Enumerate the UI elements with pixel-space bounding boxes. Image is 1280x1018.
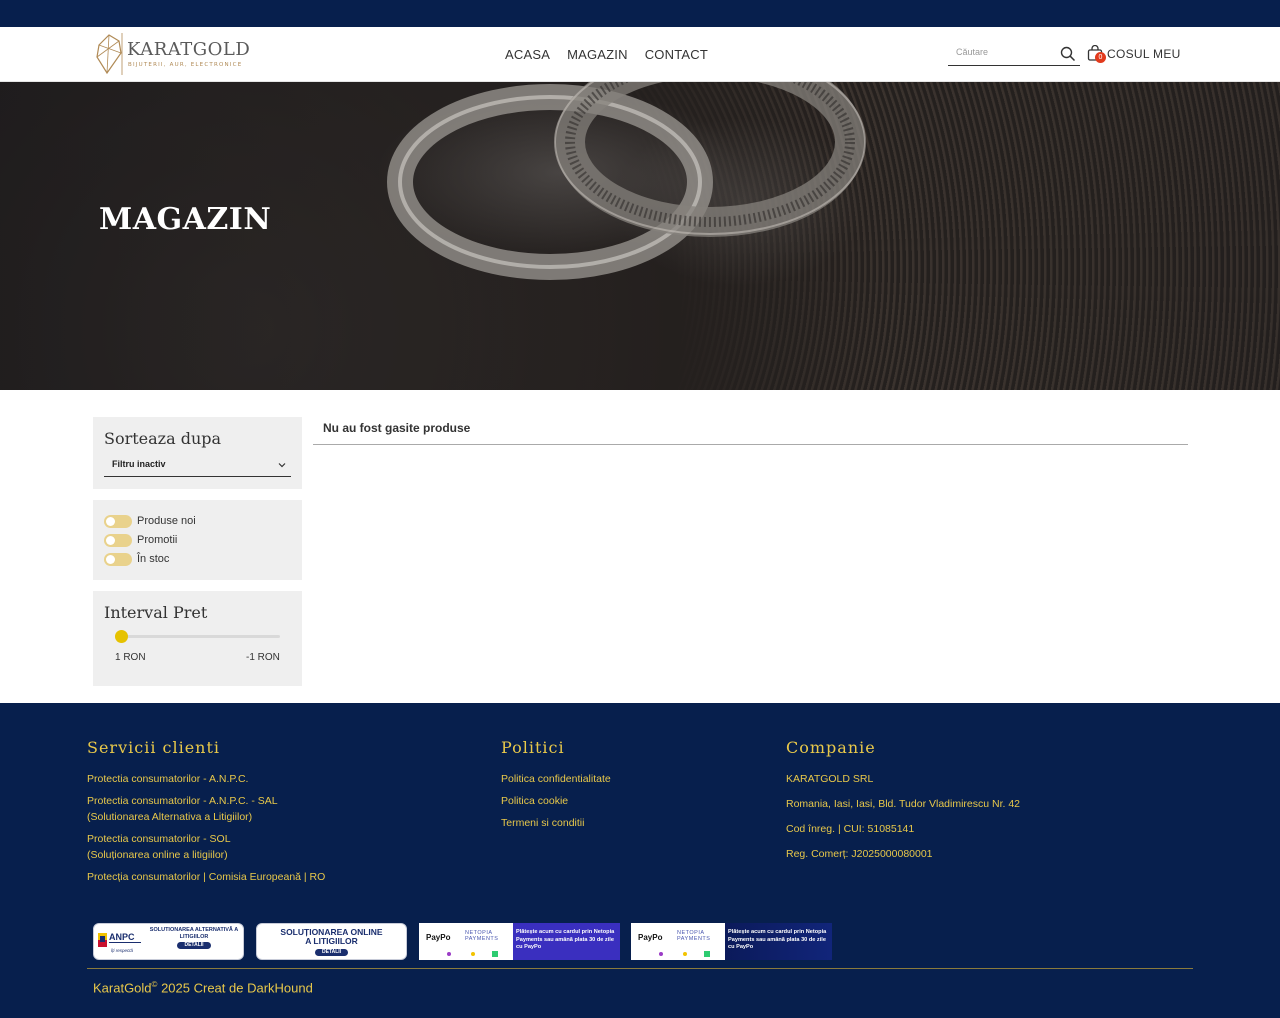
company-reg: Reg. Comerț: J2025000080001	[786, 848, 933, 860]
company-address: Romania, Iasi, Iasi, Bld. Tudor Vladimir…	[786, 798, 1021, 810]
footer-link-anpc[interactable]: Protectia consumatorilor - A.N.P.C.	[87, 771, 387, 787]
search-input[interactable]	[956, 47, 1056, 57]
netopia-logo: NETOPIA PAYMENTS	[677, 930, 711, 942]
sol-badge-text: SOLUȚIONAREA ONLINE A LITIGIILOR DETALII	[280, 927, 383, 956]
cart-count-badge: 0	[1095, 52, 1106, 63]
price-max-value: -1 RON	[246, 652, 280, 663]
anpc-name: ANPC	[109, 932, 135, 942]
footer-heading-policies: Politici	[501, 738, 565, 757]
payment-logos: PayPo NETOPIA PAYMENTS	[419, 923, 513, 960]
chevron-down-icon	[278, 463, 286, 468]
footer-link-privacy[interactable]: Politica confidentialitate	[501, 771, 701, 787]
toggle-label: Produse noi	[137, 515, 196, 527]
footer-column-company: Companie KARATGOLD SRL Romania, Iasi, Ia…	[786, 738, 1086, 871]
payment-message: Plătește acum cu cardul prin Netopia Pay…	[513, 923, 620, 960]
toggle-row-new: Produse noi	[104, 514, 196, 528]
netopia-logo: NETOPIA PAYMENTS	[465, 930, 499, 942]
toggle-promotions[interactable]	[104, 533, 132, 547]
paypo-logo: PayPo	[426, 933, 451, 942]
toggle-label: În stoc	[137, 553, 170, 565]
details-pill: DETALII	[314, 949, 349, 956]
details-pill: DETALII	[177, 942, 211, 949]
company-cui: Cod înreg. | CUI: 51085141	[786, 823, 915, 835]
anpc-sub: Îți respectă	[111, 947, 134, 953]
toggle-filters-panel: Produse noi Promotii În stoc	[93, 500, 302, 580]
nav-magazin[interactable]: MAGAZIN	[567, 47, 628, 62]
paypo-logo: PayPo	[638, 933, 663, 942]
logo-tagline: BIJUTERII, AUR, ELECTRONICE	[128, 62, 243, 68]
footer-link-cookie[interactable]: Politica cookie	[501, 793, 701, 809]
footer-link-sol[interactable]: Protectia consumatorilor - SOL	[87, 831, 387, 847]
page-title: MAGAZIN	[99, 202, 272, 237]
sort-select[interactable]: Filtru inactiv	[104, 455, 291, 477]
payment-message: Plătește acum cu cardul prin Netopia Pay…	[725, 923, 832, 960]
nav-contact[interactable]: CONTACT	[645, 47, 708, 62]
no-products-message: Nu au fost gasite produse	[323, 421, 471, 435]
toggle-in-stock[interactable]	[104, 552, 132, 566]
price-title: Interval Pret	[104, 603, 208, 622]
search-icon[interactable]	[1060, 46, 1076, 62]
logo[interactable]: KARATGOLD BIJUTERII, AUR, ELECTRONICE	[95, 31, 255, 77]
nav-acasa[interactable]: ACASA	[505, 47, 550, 62]
cart-button[interactable]: 0 COSUL MEU	[1087, 44, 1181, 63]
toggle-new-products[interactable]	[104, 514, 132, 528]
footer-link-terms[interactable]: Termeni si conditii	[501, 815, 701, 831]
top-bar	[0, 0, 1280, 27]
netopia-paypo-banner[interactable]: PayPo NETOPIA PAYMENTS Plătește acum cu …	[419, 923, 620, 960]
cart-label: COSUL MEU	[1107, 47, 1181, 61]
toggle-row-promo: Promotii	[104, 533, 177, 547]
footer-divider	[87, 968, 1193, 969]
price-range-panel: Interval Pret 1 RON -1 RON	[93, 591, 302, 686]
site-footer: Servicii clienti Protectia consumatorilo…	[0, 703, 1280, 1018]
copyright: KaratGold© 2025 Creat de DarkHound	[93, 980, 313, 996]
footer-link-sol-desc[interactable]: (Soluționarea online a litigiilor)	[87, 847, 387, 863]
search-box	[948, 44, 1080, 66]
price-slider-track[interactable]	[115, 635, 280, 638]
sort-panel: Sorteaza dupa Filtru inactiv	[93, 417, 302, 489]
footer-link-anpc-sal-desc[interactable]: (Solutionarea Alternativa a Litigiilor)	[87, 809, 387, 825]
anpc-logo-icon: ANPC Îți respectă	[98, 932, 141, 953]
shopping-bag-icon: 0	[1087, 44, 1106, 63]
main-nav: ACASA MAGAZIN CONTACT	[505, 47, 708, 62]
toggle-label: Promotii	[137, 534, 178, 546]
decorative-dots-icon	[447, 951, 498, 957]
footer-column-services: Servicii clienti Protectia consumatorilo…	[87, 738, 387, 891]
footer-heading-services: Servicii clienti	[87, 738, 221, 757]
hero-banner: MAGAZIN	[0, 82, 1280, 390]
decorative-dots-icon	[659, 951, 710, 957]
price-slider-handle[interactable]	[115, 630, 128, 643]
netopia-paypo-banner-alt[interactable]: PayPo NETOPIA PAYMENTS Plătește acum cu …	[631, 923, 832, 960]
anpc-badge-text: SOLUTIONAREA ALTERNATIVĂ A LITIGIILOR DE…	[149, 927, 239, 949]
anpc-sal-badge[interactable]: ANPC Îți respectă SOLUTIONAREA ALTERNATI…	[93, 923, 244, 960]
payment-logos: PayPo NETOPIA PAYMENTS	[631, 923, 725, 960]
diamond-logo-icon	[96, 33, 123, 75]
rings-image	[387, 82, 866, 280]
sol-badge[interactable]: SOLUȚIONAREA ONLINE A LITIGIILOR DETALII	[256, 923, 407, 960]
site-header: KARATGOLD BIJUTERII, AUR, ELECTRONICE AC…	[0, 27, 1280, 82]
sort-select-value: Filtru inactiv	[112, 459, 166, 469]
price-min-value: 1 RON	[115, 652, 146, 663]
footer-link-eu-commission[interactable]: Protecția consumatorilor | Comisia Europ…	[87, 869, 387, 885]
company-name: KARATGOLD SRL	[786, 773, 874, 785]
sort-title: Sorteaza dupa	[104, 429, 222, 448]
toggle-row-stock: În stoc	[104, 552, 169, 566]
results-header: Nu au fost gasite produse	[313, 417, 1188, 445]
footer-column-policies: Politici Politica confidentialitate Poli…	[501, 738, 701, 837]
logo-name: KARATGOLD	[127, 39, 251, 60]
footer-link-anpc-sal[interactable]: Protectia consumatorilor - A.N.P.C. - SA…	[87, 793, 387, 809]
footer-heading-company: Companie	[786, 738, 876, 757]
